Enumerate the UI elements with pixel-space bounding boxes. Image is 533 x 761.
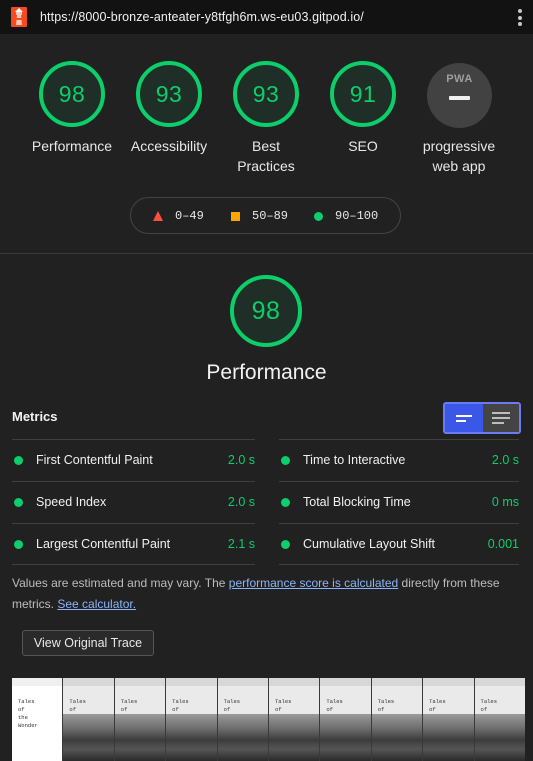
metric-largest-contentful-paint: Largest Contentful Paint 2.1 s <box>12 523 255 565</box>
metric-name: First Contentful Paint <box>36 453 153 467</box>
pass-circle-icon <box>281 456 290 465</box>
best-practices-label-line1: Best <box>251 138 280 154</box>
metric-value: 2.0 s <box>491 453 519 467</box>
metric-name: Largest Contentful Paint <box>36 537 171 551</box>
metric-time-to-interactive: Time to Interactive 2.0 s <box>279 439 519 481</box>
performance-main-gauge: 98 <box>230 275 302 347</box>
pass-circle-icon <box>14 498 23 507</box>
metric-name: Total Blocking Time <box>303 495 411 509</box>
score-legend: 0–49 50–89 90–100 <box>130 197 401 234</box>
note-text: Values are estimated and may vary. The <box>12 576 229 590</box>
performance-label: Performance <box>31 138 113 154</box>
best-practices-label-line2: Practices <box>237 158 295 174</box>
metric-value: 2.0 s <box>227 495 255 509</box>
score-calculated-link[interactable]: performance score is calculated <box>229 576 398 590</box>
filmstrip-frame: TalesoftheWonder <box>166 678 217 761</box>
performance-main-score: 98 <box>251 296 281 325</box>
metric-speed-index: Speed Index 2.0 s <box>12 481 255 523</box>
best-practices-gauge[interactable]: 93 <box>233 61 299 127</box>
pass-circle-icon <box>281 498 290 507</box>
fail-triangle-icon <box>153 211 163 221</box>
legend-fail: 0–49 <box>153 209 204 223</box>
expanded-view-icon[interactable] <box>482 404 519 432</box>
filmstrip-frame: TalesoftheWonder <box>371 678 423 761</box>
metrics-view-toggle[interactable] <box>443 402 521 434</box>
metrics-right-column: Time to Interactive 2.0 s Total Blocking… <box>279 439 519 565</box>
frame-photo <box>114 714 166 761</box>
pwa-label-line1: progressive <box>422 138 496 154</box>
pass-circle-icon <box>281 540 290 549</box>
pass-circle-icon <box>314 211 323 221</box>
metric-value: 0.001 <box>487 537 519 551</box>
metric-total-blocking-time: Total Blocking Time 0 ms <box>279 481 519 523</box>
pwa-label: progressive web app <box>404 136 514 176</box>
seo-score: 91 <box>349 80 377 107</box>
view-original-trace-button[interactable]: View Original Trace <box>22 630 154 656</box>
frame-photo <box>371 714 423 761</box>
best-practices-score: 93 <box>252 80 280 107</box>
frame-text: TalesoftheWonder <box>18 698 38 729</box>
metric-value: 2.0 s <box>227 453 255 467</box>
frame-photo <box>320 714 371 761</box>
pwa-icon: PWA <box>446 73 473 85</box>
filmstrip-frame: TalesoftheWonder <box>423 678 474 761</box>
filmstrip-frame: TalesoftheWonder <box>114 678 166 761</box>
performance-title: Performance <box>206 361 327 384</box>
lighthouse-icon <box>11 7 27 27</box>
accessibility-gauge[interactable]: 93 <box>136 61 202 127</box>
metrics-note: Values are estimated and may vary. The p… <box>12 573 512 615</box>
filmstrip: TalesoftheWonderTalesoftheWonderTalesoft… <box>12 678 525 761</box>
performance-gauge[interactable]: 98 <box>39 61 105 127</box>
compact-view-icon[interactable] <box>445 404 483 432</box>
metric-name: Cumulative Layout Shift <box>303 537 436 551</box>
legend-fail-range: 0–49 <box>175 209 204 223</box>
frame-photo <box>63 714 114 761</box>
frame-photo <box>268 714 320 761</box>
frame-photo <box>166 714 217 761</box>
see-calculator-link[interactable]: See calculator. <box>57 597 136 611</box>
metrics-title: Metrics <box>12 409 58 424</box>
pwa-dash <box>449 96 470 100</box>
filmstrip-frame: TalesoftheWonder <box>217 678 268 761</box>
filmstrip-frame: TalesoftheWonder <box>63 678 114 761</box>
filmstrip-frame: TalesoftheWonder <box>320 678 371 761</box>
best-practices-label: Best Practices <box>211 136 321 176</box>
legend-pass-range: 90–100 <box>335 209 379 223</box>
metric-name: Time to Interactive <box>303 453 406 467</box>
legend-average: 50–89 <box>231 209 288 223</box>
seo-label: SEO <box>348 138 378 154</box>
metric-value: 0 ms <box>491 495 519 509</box>
pass-circle-icon <box>14 456 23 465</box>
metrics-left-column: First Contentful Paint 2.0 s Speed Index… <box>12 439 255 565</box>
filmstrip-frame: TalesoftheWonder <box>12 678 63 761</box>
average-square-icon <box>231 211 240 221</box>
metric-cumulative-layout-shift: Cumulative Layout Shift 0.001 <box>279 523 519 565</box>
accessibility-label: Accessibility <box>130 138 208 154</box>
metric-value: 2.1 s <box>227 537 255 551</box>
frame-photo <box>474 714 525 761</box>
frame-photo <box>217 714 268 761</box>
performance-score: 98 <box>58 80 86 107</box>
metric-name: Speed Index <box>36 495 107 509</box>
kebab-menu-icon[interactable] <box>517 9 523 26</box>
accessibility-score: 93 <box>155 80 183 107</box>
section-divider <box>0 253 533 254</box>
pass-circle-icon <box>14 540 23 549</box>
legend-average-range: 50–89 <box>252 209 289 223</box>
filmstrip-frame: TalesoftheWonder <box>474 678 525 761</box>
frame-photo <box>423 714 474 761</box>
metric-first-contentful-paint: First Contentful Paint 2.0 s <box>12 439 255 481</box>
seo-gauge[interactable]: 91 <box>330 61 396 127</box>
top-bar: https://8000-bronze-anteater-y8tfgh6m.ws… <box>0 0 533 34</box>
page-url: https://8000-bronze-anteater-y8tfgh6m.ws… <box>40 10 364 24</box>
pwa-badge[interactable]: PWA <box>427 63 492 128</box>
filmstrip-frame: TalesoftheWonder <box>268 678 320 761</box>
legend-pass: 90–100 <box>314 209 378 223</box>
pwa-label-line2: web app <box>432 158 486 174</box>
